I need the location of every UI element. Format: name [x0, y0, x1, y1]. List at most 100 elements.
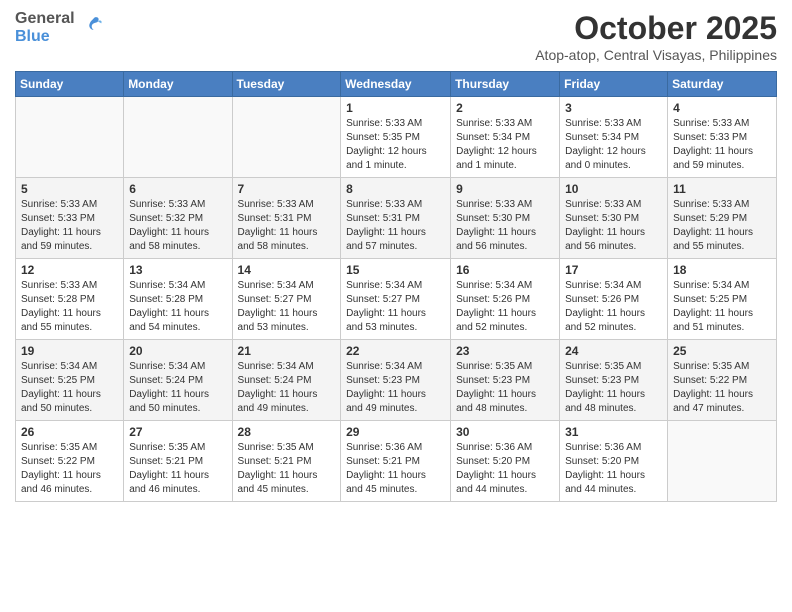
calendar-cell: 28 Sunrise: 5:35 AM Sunset: 5:21 PM Dayli…	[232, 421, 341, 502]
calendar-cell: 12Sunrise: 5:33 AM Sunset: 5:28 PM Dayli…	[16, 259, 124, 340]
day-number: 6	[129, 182, 226, 196]
calendar-cell: 24Sunrise: 5:35 AM Sunset: 5:23 PM Dayli…	[560, 340, 668, 421]
day-info: Sunrise: 5:33 AM Sunset: 5:30 PM Dayligh…	[456, 198, 554, 254]
calendar-cell: 19 Sunrise: 5:34 AM Sunset: 5:25 PM Dayli…	[16, 340, 124, 421]
day-number: 18	[673, 263, 771, 277]
logo-general-text: General	[15, 10, 75, 27]
calendar-cell: 15Sunrise: 5:34 AM Sunset: 5:27 PM Dayli…	[341, 259, 451, 340]
day-number: 25	[673, 344, 771, 358]
calendar-cell: 25 Sunrise: 5:35 AM Sunset: 5:22 PM Dayli…	[668, 340, 777, 421]
weekday-header-friday: Friday	[560, 72, 668, 97]
day-number: 16	[456, 263, 554, 277]
day-number: 17	[565, 263, 662, 277]
day-number: 14	[238, 263, 336, 277]
calendar-cell: 20 Sunrise: 5:34 AM Sunset: 5:24 PM Dayli…	[124, 340, 232, 421]
calendar-week-row: 5 Sunrise: 5:33 AM Sunset: 5:33 PM Daylig…	[16, 178, 777, 259]
calendar-cell: 5 Sunrise: 5:33 AM Sunset: 5:33 PM Daylig…	[16, 178, 124, 259]
month-title: October 2025	[535, 10, 777, 47]
calendar-cell	[16, 97, 124, 178]
day-info: Sunrise: 5:34 AM Sunset: 5:25 PM Dayligh…	[21, 360, 118, 416]
day-number: 27	[129, 425, 226, 439]
day-info: Sunrise: 5:33 AM Sunset: 5:30 PM Dayligh…	[565, 198, 662, 254]
calendar-cell: 8 Sunrise: 5:33 AM Sunset: 5:31 PM Daylig…	[341, 178, 451, 259]
day-number: 31	[565, 425, 662, 439]
calendar-cell: 3 Sunrise: 5:33 AM Sunset: 5:34 PM Daylig…	[560, 97, 668, 178]
calendar-cell: 10Sunrise: 5:33 AM Sunset: 5:30 PM Dayli…	[560, 178, 668, 259]
day-number: 13	[129, 263, 226, 277]
day-info: Sunrise: 5:33 AM Sunset: 5:34 PM Dayligh…	[456, 117, 554, 173]
day-info: Sunrise: 5:33 AM Sunset: 5:31 PM Dayligh…	[238, 198, 336, 254]
weekday-header-wednesday: Wednesday	[341, 72, 451, 97]
day-info: Sunrise: 5:33 AM Sunset: 5:28 PM Dayligh…	[21, 279, 118, 335]
calendar-cell: 26Sunrise: 5:35 AM Sunset: 5:22 PM Dayli…	[16, 421, 124, 502]
calendar-cell: 17 Sunrise: 5:34 AM Sunset: 5:26 PM Dayli…	[560, 259, 668, 340]
day-info: Sunrise: 5:34 AM Sunset: 5:25 PM Dayligh…	[673, 279, 771, 335]
day-info: Sunrise: 5:36 AM Sunset: 5:20 PM Dayligh…	[456, 441, 554, 497]
day-number: 21	[238, 344, 336, 358]
day-info: Sunrise: 5:33 AM Sunset: 5:35 PM Dayligh…	[346, 117, 445, 173]
day-info: Sunrise: 5:33 AM Sunset: 5:32 PM Dayligh…	[129, 198, 226, 254]
title-block: October 2025 Atop-atop, Central Visayas,…	[535, 10, 777, 63]
day-info: Sunrise: 5:35 AM Sunset: 5:22 PM Dayligh…	[673, 360, 771, 416]
day-number: 15	[346, 263, 445, 277]
day-info: Sunrise: 5:34 AM Sunset: 5:24 PM Dayligh…	[129, 360, 226, 416]
calendar-cell: 21 Sunrise: 5:34 AM Sunset: 5:24 PM Dayli…	[232, 340, 341, 421]
day-info: Sunrise: 5:35 AM Sunset: 5:21 PM Dayligh…	[238, 441, 336, 497]
calendar-week-row: 12Sunrise: 5:33 AM Sunset: 5:28 PM Dayli…	[16, 259, 777, 340]
calendar-cell: 30 Sunrise: 5:36 AM Sunset: 5:20 PM Dayli…	[451, 421, 560, 502]
day-number: 22	[346, 344, 445, 358]
calendar-cell: 14 Sunrise: 5:34 AM Sunset: 5:27 PM Dayli…	[232, 259, 341, 340]
logo: General Blue	[15, 10, 103, 45]
calendar-table: SundayMondayTuesdayWednesdayThursdayFrid…	[15, 71, 777, 502]
day-number: 23	[456, 344, 554, 358]
day-number: 2	[456, 101, 554, 115]
day-info: Sunrise: 5:34 AM Sunset: 5:26 PM Dayligh…	[456, 279, 554, 335]
calendar-cell: 27 Sunrise: 5:35 AM Sunset: 5:21 PM Dayli…	[124, 421, 232, 502]
day-info: Sunrise: 5:35 AM Sunset: 5:21 PM Dayligh…	[129, 441, 226, 497]
logo-general: General	[15, 10, 83, 28]
calendar-cell	[232, 97, 341, 178]
weekday-header-monday: Monday	[124, 72, 232, 97]
location-title: Atop-atop, Central Visayas, Philippines	[535, 47, 777, 63]
calendar-cell	[668, 421, 777, 502]
day-info: Sunrise: 5:33 AM Sunset: 5:33 PM Dayligh…	[21, 198, 118, 254]
day-number: 1	[346, 101, 445, 115]
day-info: Sunrise: 5:34 AM Sunset: 5:28 PM Dayligh…	[129, 279, 226, 335]
day-number: 11	[673, 182, 771, 196]
day-number: 28	[238, 425, 336, 439]
weekday-header-saturday: Saturday	[668, 72, 777, 97]
calendar-cell: 11 Sunrise: 5:33 AM Sunset: 5:29 PM Dayli…	[668, 178, 777, 259]
day-number: 29	[346, 425, 445, 439]
day-number: 24	[565, 344, 662, 358]
calendar-week-row: 19 Sunrise: 5:34 AM Sunset: 5:25 PM Dayli…	[16, 340, 777, 421]
calendar-cell: 18 Sunrise: 5:34 AM Sunset: 5:25 PM Dayli…	[668, 259, 777, 340]
day-number: 9	[456, 182, 554, 196]
day-number: 19	[21, 344, 118, 358]
day-number: 3	[565, 101, 662, 115]
day-info: Sunrise: 5:33 AM Sunset: 5:29 PM Dayligh…	[673, 198, 771, 254]
day-number: 8	[346, 182, 445, 196]
day-info: Sunrise: 5:33 AM Sunset: 5:31 PM Dayligh…	[346, 198, 445, 254]
calendar-cell: 1 Sunrise: 5:33 AM Sunset: 5:35 PM Daylig…	[341, 97, 451, 178]
day-info: Sunrise: 5:34 AM Sunset: 5:27 PM Dayligh…	[238, 279, 336, 335]
calendar-cell: 9 Sunrise: 5:33 AM Sunset: 5:30 PM Daylig…	[451, 178, 560, 259]
calendar-cell: 22 Sunrise: 5:34 AM Sunset: 5:23 PM Dayli…	[341, 340, 451, 421]
day-number: 4	[673, 101, 771, 115]
weekday-header-tuesday: Tuesday	[232, 72, 341, 97]
day-number: 5	[21, 182, 118, 196]
day-info: Sunrise: 5:34 AM Sunset: 5:23 PM Dayligh…	[346, 360, 445, 416]
calendar-cell: 29 Sunrise: 5:36 AM Sunset: 5:21 PM Dayli…	[341, 421, 451, 502]
day-number: 20	[129, 344, 226, 358]
day-number: 26	[21, 425, 118, 439]
calendar-cell: 7Sunrise: 5:33 AM Sunset: 5:31 PM Daylig…	[232, 178, 341, 259]
day-number: 30	[456, 425, 554, 439]
calendar-cell: 31Sunrise: 5:36 AM Sunset: 5:20 PM Dayli…	[560, 421, 668, 502]
calendar-cell: 23Sunrise: 5:35 AM Sunset: 5:23 PM Dayli…	[451, 340, 560, 421]
day-info: Sunrise: 5:34 AM Sunset: 5:24 PM Dayligh…	[238, 360, 336, 416]
weekday-header-thursday: Thursday	[451, 72, 560, 97]
calendar-cell: 4Sunrise: 5:33 AM Sunset: 5:33 PM Daylig…	[668, 97, 777, 178]
calendar-week-row: 1 Sunrise: 5:33 AM Sunset: 5:35 PM Daylig…	[16, 97, 777, 178]
day-info: Sunrise: 5:34 AM Sunset: 5:26 PM Dayligh…	[565, 279, 662, 335]
day-info: Sunrise: 5:33 AM Sunset: 5:34 PM Dayligh…	[565, 117, 662, 173]
day-info: Sunrise: 5:36 AM Sunset: 5:21 PM Dayligh…	[346, 441, 445, 497]
